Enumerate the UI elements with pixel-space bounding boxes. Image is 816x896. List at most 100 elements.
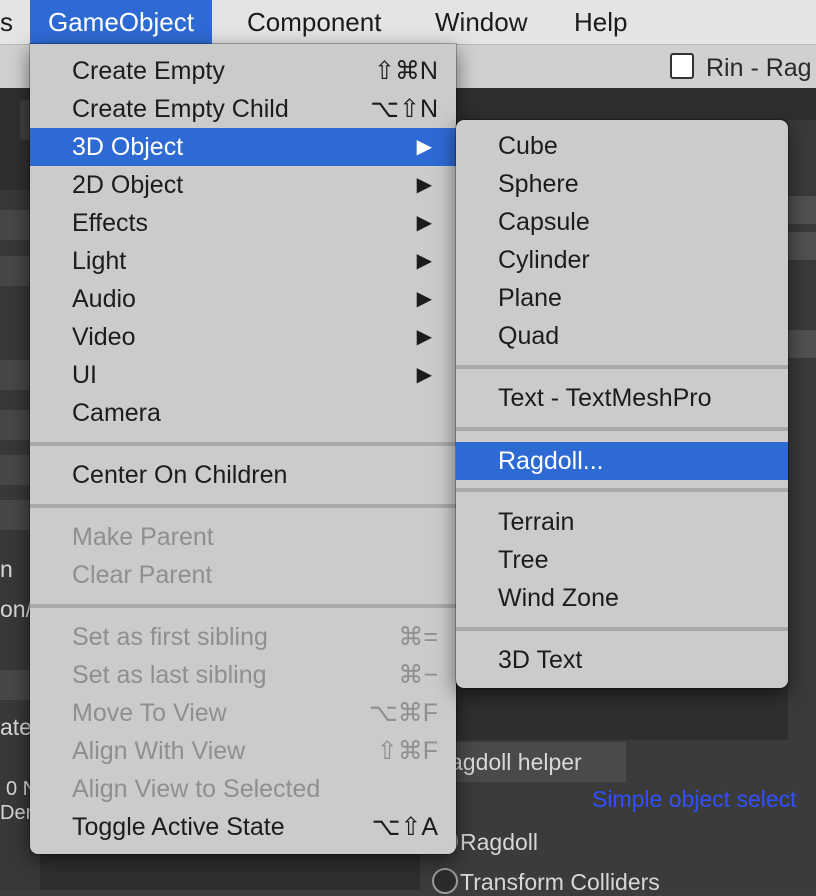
menu-separator	[30, 442, 456, 446]
menu-item-set-last-sibling: Set as last sibling ⌘−	[30, 656, 456, 694]
menu-item-label: Set as first sibling	[72, 623, 268, 651]
submenu-item-3d-text[interactable]: 3D Text	[456, 641, 788, 679]
submenu-arrow-icon: ▶	[416, 250, 432, 272]
menu-item-center-on-children[interactable]: Center On Children	[30, 456, 456, 494]
submenu-item-wind-zone[interactable]: Wind Zone	[456, 579, 788, 617]
shortcut-label: ⌥⇧N	[370, 95, 438, 123]
submenu-arrow-icon: ▶	[416, 174, 432, 196]
ragdoll-helper-tab[interactable]: agdoll helper	[430, 742, 626, 782]
menu-item-label: Create Empty	[72, 57, 225, 85]
menu-item-label: Align View to Selected	[72, 775, 321, 803]
menu-item-label: Create Empty Child	[72, 95, 289, 123]
radio-label: Transform Colliders	[460, 869, 660, 895]
submenu-arrow-icon: ▶	[416, 364, 432, 386]
left-panel-text: on/	[0, 596, 32, 622]
menu-separator	[456, 365, 788, 369]
radio-button-icon	[432, 868, 458, 894]
3d-object-submenu: Cube Sphere Capsule Cylinder Plane Quad …	[456, 120, 788, 688]
menu-item-label: Effects	[72, 209, 148, 237]
menu-item-label: UI	[72, 361, 97, 389]
menu-item-light[interactable]: Light ▶	[30, 242, 456, 280]
menu-item-label: Toggle Active State	[72, 813, 285, 841]
submenu-item-terrain[interactable]: Terrain	[456, 503, 788, 541]
submenu-item-cylinder[interactable]: Cylinder	[456, 241, 788, 279]
submenu-item-quad[interactable]: Quad	[456, 317, 788, 355]
submenu-item-textmeshpro[interactable]: Text - TextMeshPro	[456, 379, 788, 417]
unity-logo-icon	[670, 53, 694, 79]
menu-item-set-first-sibling: Set as first sibling ⌘=	[30, 618, 456, 656]
shortcut-label: ⌥⇧A	[371, 813, 438, 841]
menu-separator	[456, 427, 788, 431]
shortcut-label: ⇧⌘N	[373, 57, 438, 85]
menu-item-label: Plane	[498, 284, 562, 312]
submenu-item-cube[interactable]: Cube	[456, 127, 788, 165]
menu-item-label: Make Parent	[72, 523, 214, 551]
menu-item-3d-object[interactable]: 3D Object ▶	[30, 128, 456, 166]
submenu-item-ragdoll[interactable]: Ragdoll...	[456, 442, 788, 480]
left-panel-text: ate	[0, 714, 32, 740]
gameobject-menu: Create Empty ⇧⌘N Create Empty Child ⌥⇧N …	[30, 44, 456, 854]
menu-item-label: Tree	[498, 546, 549, 574]
menu-item-move-to-view: Move To View ⌥⌘F	[30, 694, 456, 732]
menu-item-label: Light	[72, 247, 127, 275]
submenu-item-plane[interactable]: Plane	[456, 279, 788, 317]
menu-item-create-empty-child[interactable]: Create Empty Child ⌥⇧N	[30, 90, 456, 128]
menu-item-label: Wind Zone	[498, 584, 619, 612]
menu-item-label: Terrain	[498, 508, 575, 536]
menu-item-2d-object[interactable]: 2D Object ▶	[30, 166, 456, 204]
radio-transform-colliders[interactable]: Transform Colliders	[432, 868, 660, 896]
menubar-item-partial[interactable]: s	[0, 0, 13, 44]
menu-item-label: Clear Parent	[72, 561, 213, 589]
menu-item-align-view-to-selected: Align View to Selected	[30, 770, 456, 808]
submenu-item-sphere[interactable]: Sphere	[456, 165, 788, 203]
shortcut-label: ⌘−	[398, 661, 438, 689]
menu-item-label: Move To View	[72, 699, 227, 727]
menu-item-label: 3D Object	[72, 133, 184, 161]
menu-item-effects[interactable]: Effects ▶	[30, 204, 456, 242]
submenu-item-tree[interactable]: Tree	[456, 541, 788, 579]
menu-item-clear-parent: Clear Parent	[30, 556, 456, 594]
menu-separator	[30, 604, 456, 608]
menu-separator	[456, 488, 788, 492]
submenu-arrow-icon: ▶	[416, 326, 432, 348]
left-panel-text: n	[0, 556, 13, 582]
menubar-item-gameobject[interactable]: GameObject	[30, 0, 212, 44]
menu-item-label: Cube	[498, 132, 558, 160]
menu-item-label: Video	[72, 323, 136, 351]
menu-item-label: 3D Text	[498, 646, 583, 674]
right-panel-row	[788, 196, 816, 224]
menu-item-label: 2D Object	[72, 171, 184, 199]
menu-item-label: Set as last sibling	[72, 661, 267, 689]
menu-item-make-parent: Make Parent	[30, 518, 456, 556]
submenu-arrow-icon: ▶	[416, 212, 432, 234]
menu-item-audio[interactable]: Audio ▶	[30, 280, 456, 318]
shortcut-label: ⌥⌘F	[368, 699, 438, 727]
submenu-item-capsule[interactable]: Capsule	[456, 203, 788, 241]
menu-item-label: Capsule	[498, 208, 590, 236]
menu-separator	[30, 504, 456, 508]
menu-item-label: Text - TextMeshPro	[498, 384, 712, 412]
menubar-item-component[interactable]: Component	[247, 0, 381, 44]
menu-item-video[interactable]: Video ▶	[30, 318, 456, 356]
window-title-tab[interactable]: Rin - Rag	[670, 50, 812, 86]
menu-item-label: Quad	[498, 322, 560, 350]
window-title: Rin - Rag	[706, 54, 812, 82]
menu-item-ui[interactable]: UI ▶	[30, 356, 456, 394]
menu-bar: s GameObject Component Window Help	[0, 0, 816, 45]
simple-object-select-link[interactable]: Simple object select	[592, 786, 797, 813]
shortcut-label: ⇧⌘F	[376, 737, 438, 765]
menu-item-label: Center On Children	[72, 461, 288, 489]
menu-item-label: Align With View	[72, 737, 246, 765]
submenu-arrow-icon: ▶	[416, 288, 432, 310]
menubar-item-window[interactable]: Window	[435, 0, 527, 44]
menubar-item-help[interactable]: Help	[574, 0, 627, 44]
menu-item-camera[interactable]: Camera	[30, 394, 456, 432]
menu-item-create-empty[interactable]: Create Empty ⇧⌘N	[30, 52, 456, 90]
menu-separator	[456, 627, 788, 631]
shortcut-label: ⌘=	[398, 623, 438, 651]
menu-item-label: Cylinder	[498, 246, 590, 274]
menu-item-label: Ragdoll...	[498, 447, 604, 475]
menu-item-label: Sphere	[498, 170, 579, 198]
menu-item-toggle-active-state[interactable]: Toggle Active State ⌥⇧A	[30, 808, 456, 846]
right-panel-row	[788, 232, 816, 260]
